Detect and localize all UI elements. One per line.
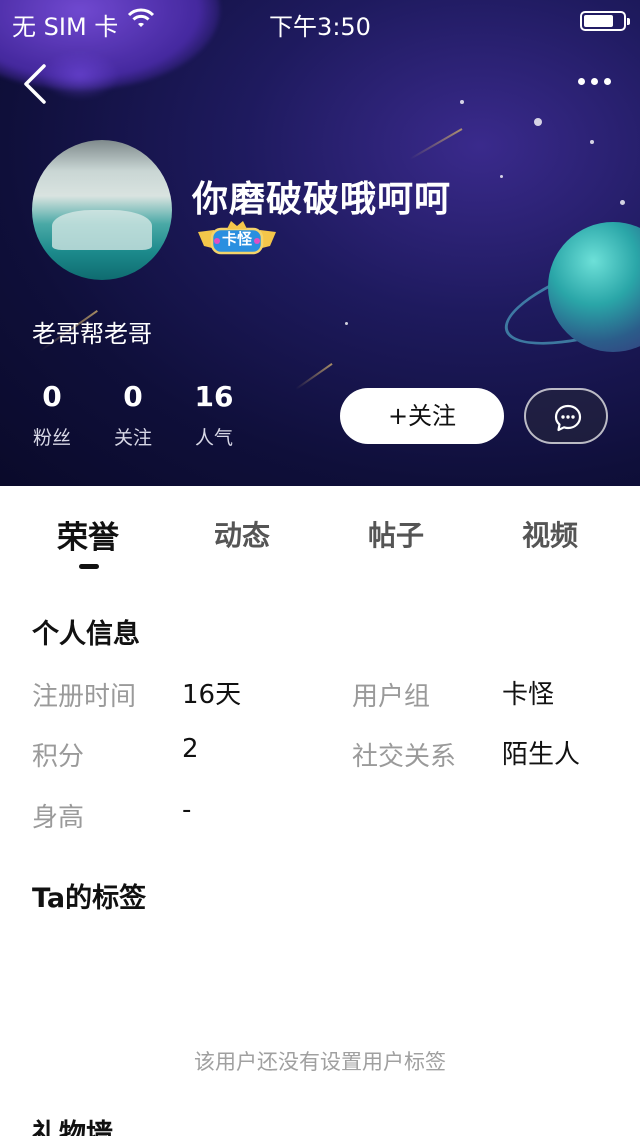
info-value-points: 2 xyxy=(182,734,199,764)
user-group-badge: 卡怪 xyxy=(196,220,278,258)
profile-header: 无 SIM 卡 下午3:50 你磨破破哦呵呵 卡怪 老哥帮老哥 0 粉丝 0 关… xyxy=(0,0,640,486)
back-arrow-icon[interactable] xyxy=(22,62,50,106)
stat-fans[interactable]: 0 粉丝 xyxy=(12,380,92,450)
battery-icon xyxy=(580,11,630,31)
active-tab-indicator xyxy=(79,564,99,569)
info-value-register-time: 16天 xyxy=(182,680,242,710)
more-dots-icon[interactable] xyxy=(578,78,612,88)
tab-posts[interactable]: 帖子 xyxy=(336,514,456,554)
stat-label: 粉丝 xyxy=(32,427,71,449)
stat-label: 关注 xyxy=(113,427,152,449)
decor-star xyxy=(620,200,625,205)
message-button[interactable] xyxy=(524,388,608,444)
chat-bubble-icon xyxy=(554,404,582,432)
decor-star xyxy=(345,322,348,325)
info-label-user-group: 用户组 xyxy=(352,682,431,712)
info-label-relationship: 社交关系 xyxy=(352,742,457,772)
tab-activity[interactable]: 动态 xyxy=(182,514,302,554)
stat-value: 16 xyxy=(194,380,234,413)
decor-meteor xyxy=(409,128,463,160)
decor-nebula-small xyxy=(40,50,120,100)
stat-value: 0 xyxy=(42,380,62,413)
info-value-relationship: 陌生人 xyxy=(502,740,581,770)
section-title-personal-info: 个人信息 xyxy=(32,619,140,650)
status-bar: 无 SIM 卡 下午3:50 xyxy=(0,0,640,41)
stat-value: 0 xyxy=(123,380,143,413)
follow-button[interactable]: +关注 xyxy=(340,388,504,444)
tab-honor[interactable]: 荣誉 xyxy=(28,512,148,557)
section-title-gift-wall: 礼物墙 xyxy=(32,1119,113,1136)
tab-videos[interactable]: 视频 xyxy=(490,514,610,554)
decor-meteor xyxy=(295,362,333,390)
clock-time: 下午3:50 xyxy=(269,13,371,41)
battery-level xyxy=(584,15,613,27)
stat-following[interactable]: 0 关注 xyxy=(93,380,173,450)
info-label-points: 积分 xyxy=(32,742,85,772)
info-value-height: - xyxy=(182,795,192,825)
decor-star xyxy=(460,100,464,104)
decor-star xyxy=(534,118,542,126)
user-bio: 老哥帮老哥 xyxy=(32,320,152,348)
stat-label: 人气 xyxy=(194,427,233,449)
decor-star xyxy=(500,175,503,178)
avatar[interactable] xyxy=(32,140,172,280)
stat-popularity[interactable]: 16 人气 xyxy=(174,380,254,450)
username: 你磨破破哦呵呵 xyxy=(192,179,452,220)
badge-label: 卡怪 xyxy=(221,230,252,248)
info-label-height: 身高 xyxy=(32,803,85,833)
info-value-user-group: 卡怪 xyxy=(502,680,555,710)
section-title-tags: Ta的标签 xyxy=(32,883,147,914)
decor-star xyxy=(590,140,594,144)
info-label-register-time: 注册时间 xyxy=(32,682,137,712)
tags-empty-message: 该用户还没有设置用户标签 xyxy=(194,1050,446,1074)
